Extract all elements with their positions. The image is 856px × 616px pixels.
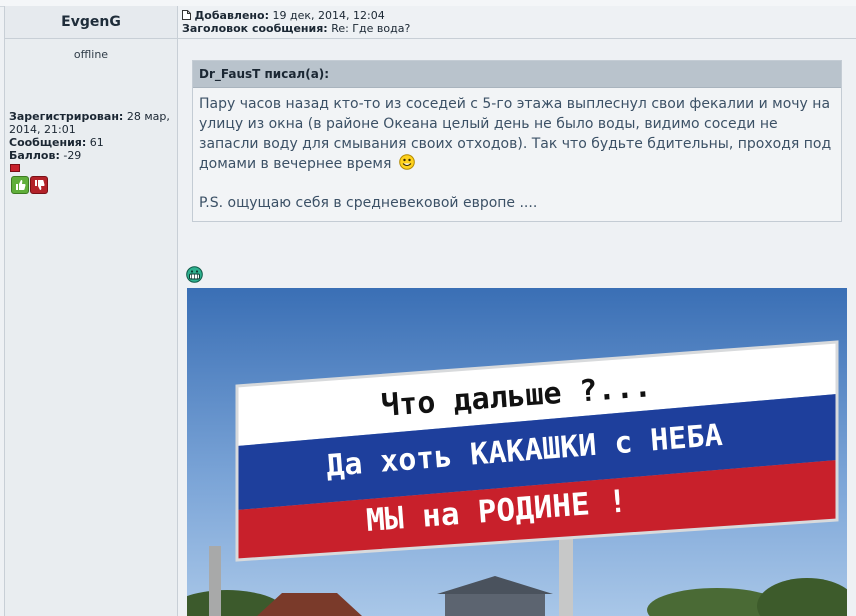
billboard-photo: Что дальше ?... Да хоть КАКАШКИ с НЕБА М… (187, 288, 847, 616)
quote-text: Пару часов назад кто-то из соседей с 5-г… (199, 96, 832, 172)
user-stats: Зарегистрирован: 28 мар, 2014, 21:01 Соо… (9, 110, 175, 162)
added-label: Добавлено: (194, 9, 270, 22)
messages-value: 61 (89, 136, 104, 149)
grin-icon (186, 266, 203, 283)
subject-label: Заголовок сообщения: (182, 22, 328, 35)
post-header: Добавлено: 19 дек, 2014, 12:04 Заголовок… (178, 6, 856, 39)
subject-value: Re: Где вода? (331, 22, 411, 35)
smiley-icon (399, 154, 415, 170)
registered-label: Зарегистрирован: (9, 110, 124, 123)
reputation-bar (10, 164, 20, 172)
messages-label: Сообщения: (9, 136, 87, 149)
thumbs-up-icon[interactable] (11, 176, 29, 194)
username[interactable]: EvgenG (5, 6, 177, 39)
quote-author: Dr_FausT писал(а): (199, 67, 330, 81)
quote-text-container: Пару часов назад кто-то из соседей с 5-г… (199, 94, 835, 174)
thumbs-down-icon[interactable] (30, 176, 48, 194)
points-label: Баллов: (9, 149, 60, 162)
added-value: 19 дек, 2014, 12:04 (272, 9, 385, 22)
quote-header: Dr_FausT писал(а): (193, 61, 841, 88)
post-icon (182, 10, 191, 20)
quote-block: Dr_FausT писал(а): Пару часов назад кто-… (192, 60, 842, 222)
online-status: offline (73, 48, 109, 61)
billboard-post-left (209, 546, 221, 616)
points-value: -29 (63, 149, 82, 162)
user-info-panel: EvgenG offline Зарегистрирован: 28 мар, … (4, 6, 178, 616)
quote-ps: P.S. ощущаю себя в средневековой европе … (199, 195, 538, 211)
